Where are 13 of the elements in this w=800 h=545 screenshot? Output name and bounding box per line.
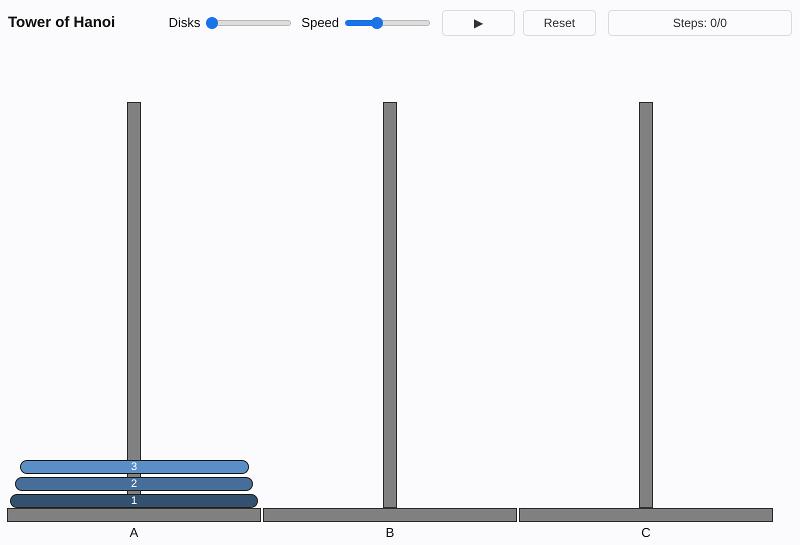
app-title: Tower of Hanoi	[8, 14, 116, 31]
peg-label: C	[641, 525, 651, 540]
steps-counter[interactable]: Steps: 0/0	[608, 10, 792, 36]
peg-label: B	[386, 525, 394, 540]
speed-label: Speed	[301, 15, 340, 30]
peg-label: A	[130, 525, 138, 540]
slider-thumb[interactable]	[371, 16, 384, 28]
slider[interactable]	[206, 16, 292, 28]
play-button[interactable]: ▶	[442, 10, 515, 36]
disks-label: Disks	[168, 15, 200, 30]
reset-button[interactable]: Reset	[522, 10, 596, 36]
slider-thumb[interactable]	[206, 16, 218, 28]
slider[interactable]	[345, 16, 430, 28]
